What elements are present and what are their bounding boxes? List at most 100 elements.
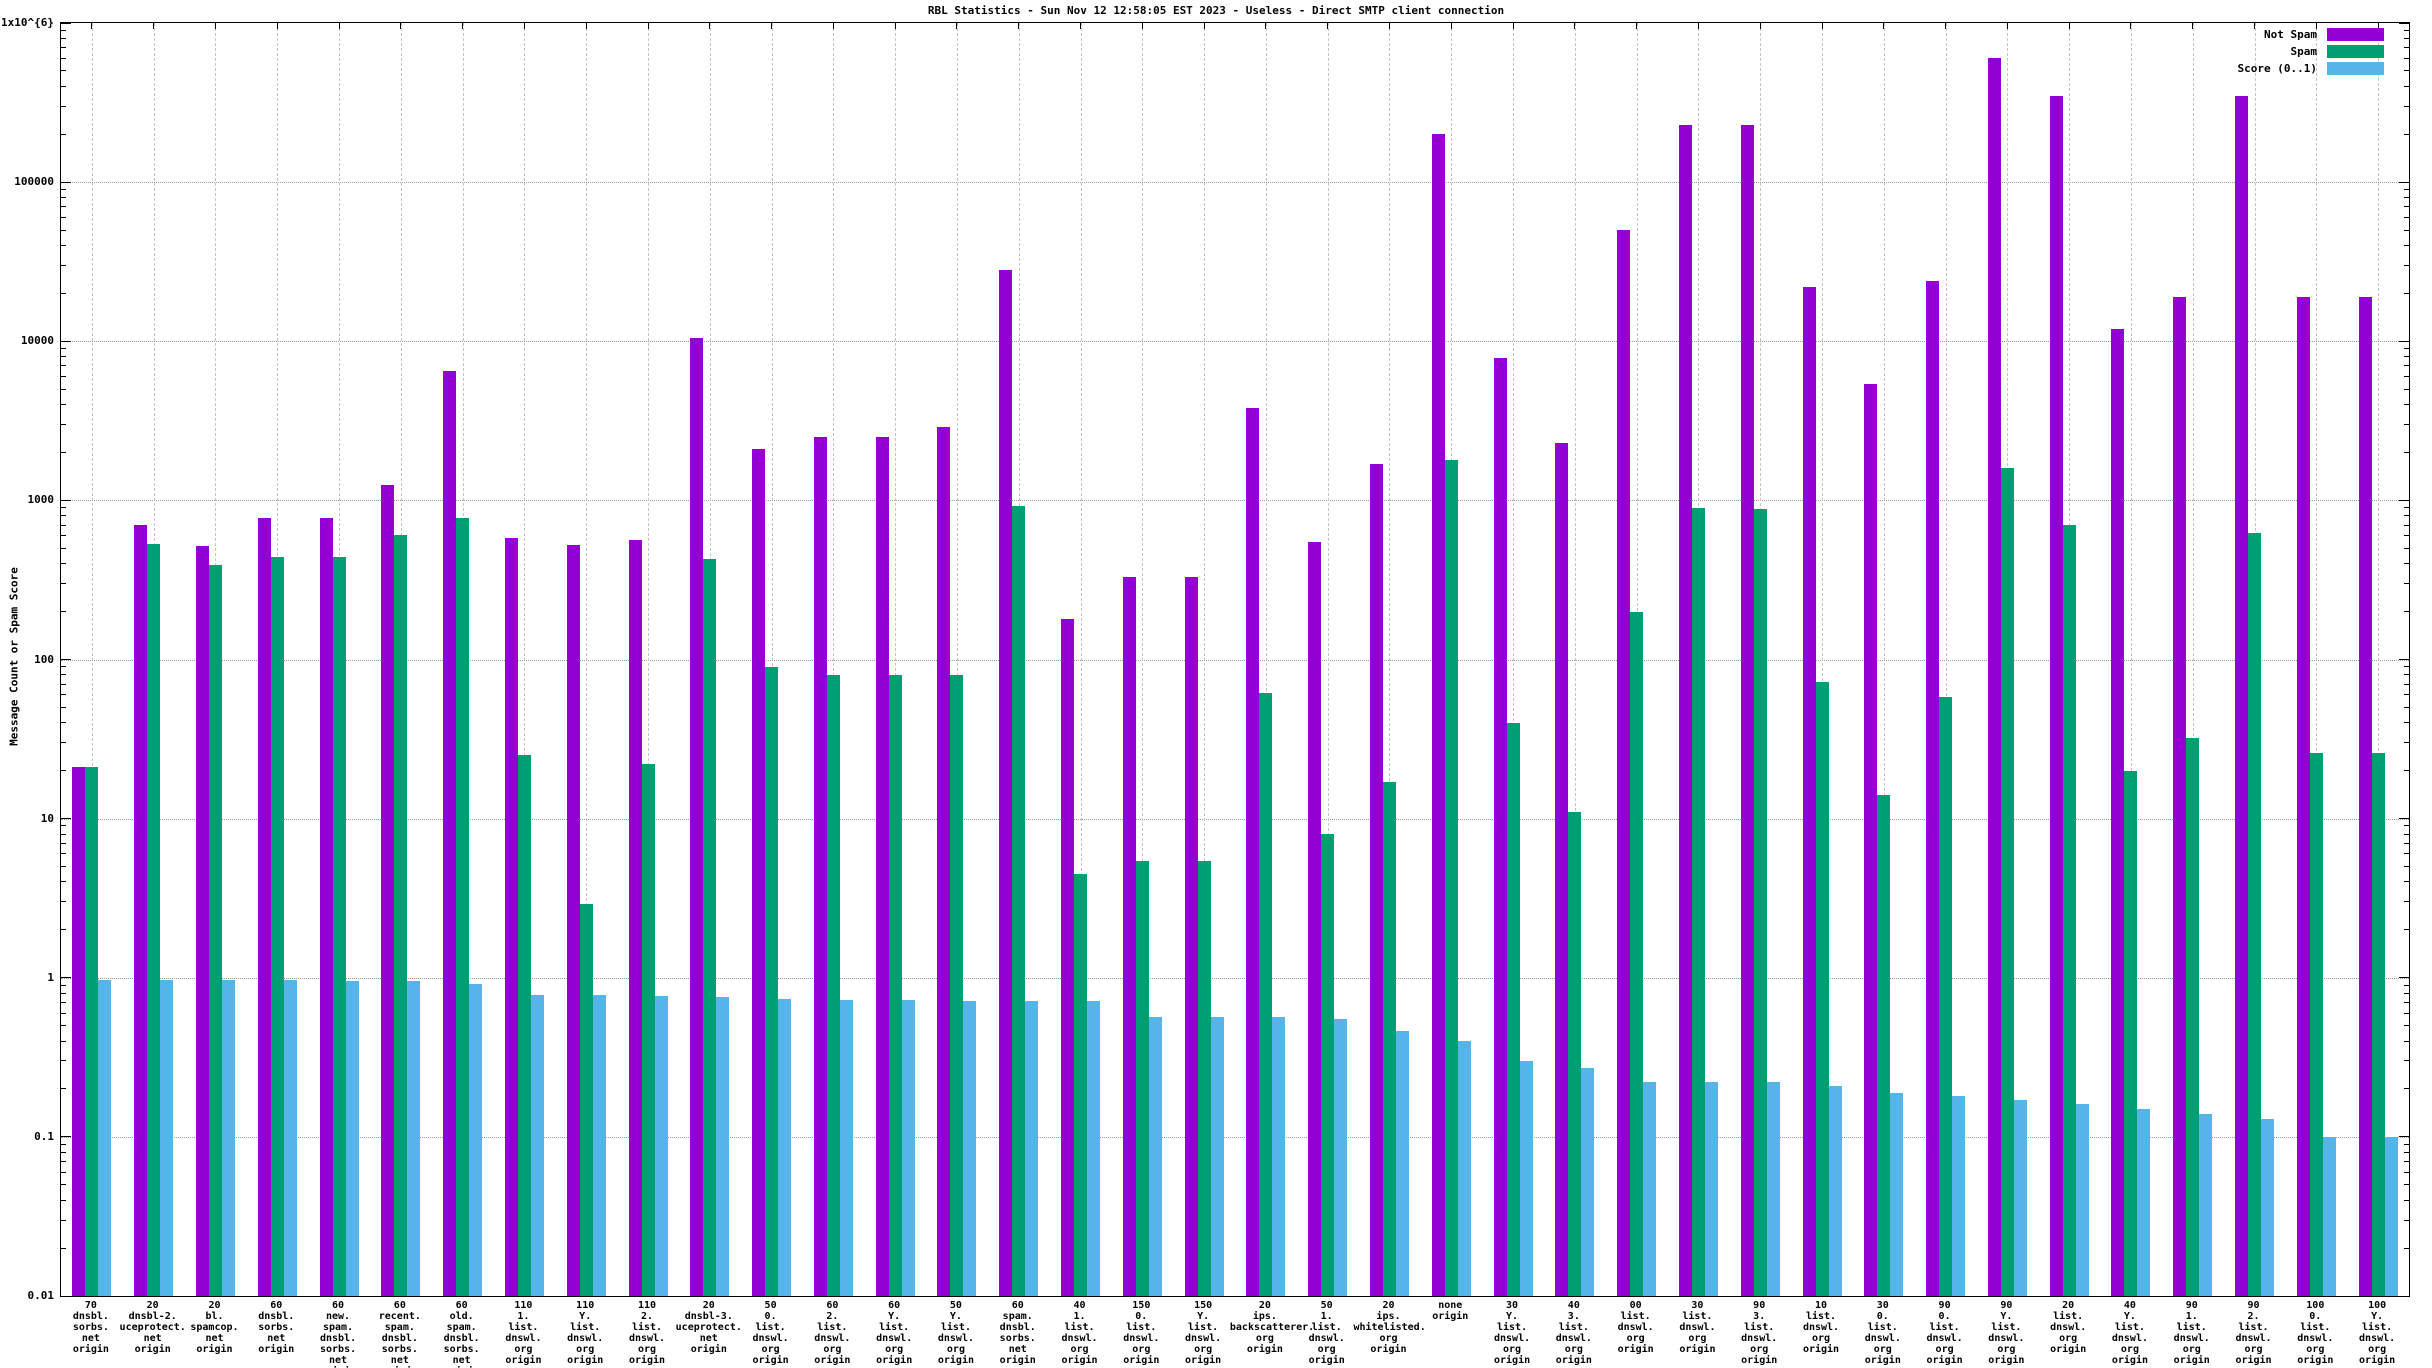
- y-minor-tick-right: [2404, 929, 2409, 931]
- bar-not-spam: [690, 337, 704, 1296]
- x-tick-top: [1512, 23, 1514, 29]
- y-minor-tick-right: [2404, 535, 2409, 537]
- y-minor-tick-left: [61, 376, 66, 378]
- bar-not-spam: [1369, 463, 1383, 1296]
- bar-not-spam: [1184, 576, 1198, 1296]
- x-category-label: 10 list. dnswl. org origin: [1802, 1300, 1840, 1355]
- x-category-label: 110 Y. list. dnswl. org origin: [567, 1300, 604, 1366]
- bar-spam: [1074, 873, 1088, 1296]
- x-tick-top: [91, 23, 93, 29]
- y-minor-tick-left: [61, 515, 66, 517]
- bar-spam: [1815, 682, 1829, 1296]
- bar-score: [2199, 1113, 2213, 1296]
- y-minor-tick-left: [61, 264, 66, 266]
- y-minor-tick-right: [2404, 722, 2409, 724]
- y-minor-tick-left: [61, 583, 66, 585]
- y-minor-tick-left: [61, 70, 66, 72]
- bar-spam: [1135, 861, 1149, 1296]
- legend: Not Spam Spam Score (0..1): [2238, 28, 2384, 79]
- y-minor-tick-right: [2404, 1001, 2409, 1003]
- x-tick-top: [1945, 23, 1947, 29]
- y-minor-tick-right: [2404, 984, 2409, 986]
- y-tick-label: 100: [34, 652, 54, 666]
- y-minor-tick-right: [2404, 1247, 2409, 1249]
- bar-spam: [517, 755, 531, 1296]
- bar-score: [1395, 1031, 1409, 1296]
- rbl-statistics-chart: RBL Statistics - Sun Nov 12 12:58:05 EST…: [0, 0, 2432, 1368]
- y-minor-tick-right: [2404, 1143, 2409, 1145]
- y-minor-tick-right: [2404, 1060, 2409, 1062]
- x-tick-top: [647, 23, 649, 29]
- x-category-label: 90 3. list. dnswl. org origin: [1741, 1300, 1778, 1366]
- x-tick-top: [894, 23, 896, 29]
- y-minor-tick-left: [61, 694, 66, 696]
- bar-spam: [1321, 834, 1335, 1296]
- y-minor-tick-left: [61, 1040, 66, 1042]
- y-minor-tick-left: [61, 901, 66, 903]
- y-minor-tick-right: [2404, 563, 2409, 565]
- y-minor-tick-left: [61, 423, 66, 425]
- x-tick-top: [2006, 23, 2008, 29]
- bar-spam: [2186, 738, 2200, 1296]
- y-tick-label: 0.1: [34, 1129, 54, 1143]
- bar-spam: [1012, 506, 1026, 1296]
- bar-spam: [208, 565, 222, 1296]
- y-major-tick-left: [61, 340, 71, 342]
- y-minor-tick-left: [61, 535, 66, 537]
- x-category-label: 60 dnsbl. sorbs. net origin: [258, 1300, 295, 1355]
- y-minor-tick-right: [2404, 216, 2409, 218]
- bar-score: [1581, 1068, 1595, 1296]
- y-major-tick-right: [2399, 1136, 2409, 1138]
- y-minor-tick-right: [2404, 356, 2409, 358]
- legend-label-not-spam: Not Spam: [2264, 28, 2317, 41]
- bar-not-spam: [875, 437, 889, 1296]
- y-minor-tick-left: [61, 1219, 66, 1221]
- bar-not-spam: [1926, 280, 1940, 1296]
- x-category-label: 20 dnsbl-3. uceprotect. net origin: [675, 1300, 742, 1355]
- bar-not-spam: [999, 270, 1013, 1296]
- y-tick-label: 10000: [20, 334, 54, 348]
- x-tick-top: [2068, 23, 2070, 29]
- x-category-label: 90 0. list. dnswl. org origin: [1926, 1300, 1963, 1366]
- bar-score: [2137, 1108, 2151, 1296]
- bar-not-spam: [1617, 230, 1631, 1296]
- x-category-label: 20 ips. backscatterer. org origin: [1229, 1300, 1315, 1355]
- x-category-label: 50 1. list. dnswl. org origin: [1308, 1300, 1345, 1366]
- y-minor-tick-right: [2404, 1040, 2409, 1042]
- y-minor-tick-right: [2404, 423, 2409, 425]
- bar-score: [1643, 1082, 1657, 1296]
- bar-score: [1334, 1019, 1348, 1296]
- y-minor-tick-right: [2404, 901, 2409, 903]
- bar-not-spam: [1678, 124, 1692, 1296]
- bar-score: [2322, 1136, 2336, 1296]
- x-category-label: 30 Y. list. dnswl. org origin: [1493, 1300, 1531, 1366]
- chart-title: RBL Statistics - Sun Nov 12 12:58:05 EST…: [927, 4, 1505, 17]
- y-minor-tick-right: [2404, 1088, 2409, 1090]
- bar-not-spam: [813, 437, 827, 1296]
- bar-spam: [1444, 459, 1458, 1296]
- legend-swatch-not-spam: [2327, 28, 2384, 41]
- y-minor-tick-left: [61, 674, 66, 676]
- y-minor-tick-left: [61, 984, 66, 986]
- bar-spam: [2124, 770, 2138, 1296]
- y-minor-tick-right: [2404, 1219, 2409, 1221]
- y-major-tick-left: [61, 659, 71, 660]
- y-minor-tick-left: [61, 563, 66, 565]
- bar-spam: [765, 666, 779, 1296]
- x-category-label: 20 list. dnswl. org origin: [2050, 1300, 2087, 1355]
- bar-score: [901, 1000, 915, 1296]
- legend-item-spam: Spam: [2238, 45, 2384, 58]
- y-minor-tick-right: [2404, 365, 2409, 367]
- y-minor-tick-left: [61, 1060, 66, 1062]
- bar-score: [2075, 1104, 2089, 1296]
- y-minor-tick-left: [61, 356, 66, 358]
- y-minor-tick-left: [61, 853, 66, 855]
- y-minor-tick-left: [61, 547, 66, 549]
- plot-area: [60, 22, 2410, 1297]
- bar-not-spam: [1122, 576, 1136, 1296]
- bar-score: [778, 998, 792, 1296]
- y-minor-tick-right: [2404, 666, 2409, 668]
- bar-not-spam: [752, 449, 766, 1296]
- bar-score: [1025, 1001, 1039, 1296]
- y-minor-tick-right: [2404, 866, 2409, 868]
